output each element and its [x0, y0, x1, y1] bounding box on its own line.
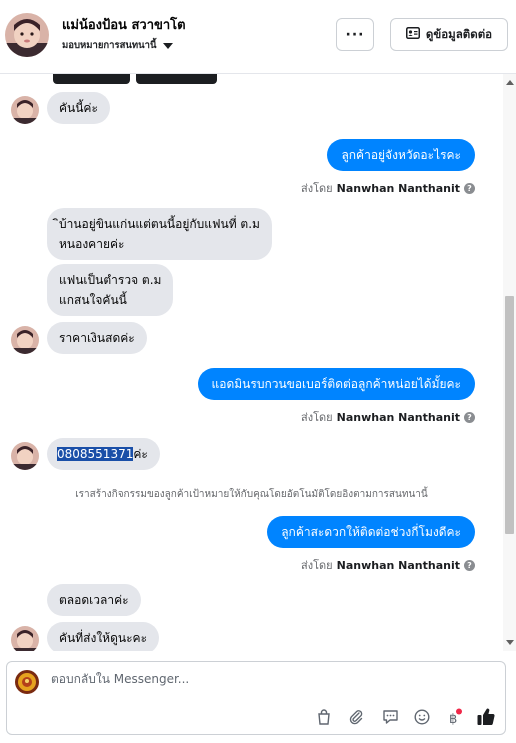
like-icon[interactable]	[475, 706, 497, 728]
baht-payment-icon[interactable]: ฿	[443, 706, 465, 728]
attach-icon[interactable]	[345, 706, 367, 728]
sender-name[interactable]: Nanwhan Nanthanit	[337, 559, 460, 572]
assign-label: มอบหมายการสนทนานี้	[62, 40, 157, 51]
conversation-header: แม่น้องป้อน สวาขาโต มอบหมายการสนทนานี้ ·…	[0, 0, 516, 74]
page-message[interactable]: ลูกค้าสะดวกให้ติดต่อช่วงกี่โมงดีคะ	[267, 516, 475, 548]
contact-name[interactable]: แม่น้องป้อน สวาขาโต	[62, 14, 186, 35]
customer-avatar[interactable]	[11, 326, 39, 354]
caret-down-icon	[162, 42, 173, 49]
page-message[interactable]: แอดมินรบกวนขอเบอร์ติดต่อลูกค้าหน่อยได้มั…	[197, 368, 475, 400]
view-contact-info-label: ดูข้อมูลติดต่อ	[425, 26, 493, 41]
view-contact-info-button[interactable]: ดูข้อมูลติดต่อ	[390, 18, 508, 51]
emoji-icon[interactable]	[411, 706, 433, 728]
customer-avatar[interactable]	[11, 442, 39, 470]
sent-by-label: ส่งโดย Nanwhan Nanthanit ?	[301, 179, 475, 197]
customer-message[interactable]: 0808551371ค่ะ	[47, 438, 160, 470]
more-icon: ···	[345, 26, 365, 43]
customer-message[interactable]: ราคาเงินสดค่ะ	[47, 322, 147, 354]
assign-conversation-dropdown[interactable]: มอบหมายการสนทนานี้	[62, 38, 173, 53]
sent-by-label: ส่งโดย Nanwhan Nanthanit ?	[301, 556, 475, 574]
sender-name[interactable]: Nanwhan Nanthanit	[337, 411, 460, 424]
system-note: เราสร้างกิจกรรมของลูกค้าเป้าหมายให้กับคุ…	[75, 489, 428, 500]
page-message[interactable]: ลูกค้าอยู่จังหวัดอะไรคะ	[327, 139, 475, 171]
contact-card-icon	[405, 27, 420, 42]
customer-avatar[interactable]	[11, 96, 39, 124]
thread-scrollbar[interactable]	[503, 74, 516, 651]
phone-number[interactable]: 0808551371	[57, 447, 134, 461]
message-thread[interactable]: คันนี้ค่ะ ลูกค้าอยู่จังหวัดอะไรคะ ส่งโดย…	[0, 74, 503, 651]
shopping-bag-icon[interactable]	[313, 706, 335, 728]
sent-by-label: ส่งโดย Nanwhan Nanthanit ?	[301, 408, 475, 426]
more-options-button[interactable]: ···	[336, 18, 374, 51]
media-attachment[interactable]	[53, 74, 130, 84]
page-avatar	[15, 670, 39, 694]
info-icon[interactable]: ?	[464, 182, 475, 194]
reply-composer: ฿	[6, 661, 506, 735]
scroll-up-arrow[interactable]	[506, 80, 514, 85]
customer-message[interactable]: ิบ้านอยู่ขินแก่นแต่ตนนี้อยู่กับแฟนที่ ต.…	[47, 208, 272, 260]
sender-name[interactable]: Nanwhan Nanthanit	[337, 182, 460, 195]
customer-avatar[interactable]	[11, 626, 39, 651]
saved-reply-icon[interactable]	[379, 706, 401, 728]
contact-avatar[interactable]	[5, 13, 49, 57]
scroll-down-arrow[interactable]	[506, 640, 514, 645]
info-icon[interactable]: ?	[464, 411, 475, 423]
info-icon[interactable]: ?	[464, 559, 475, 571]
customer-message[interactable]: แฟนเป็นตำรวจ ต.ม แกสนใจคันนี้	[47, 264, 174, 316]
customer-message[interactable]: คันนี้ค่ะ	[47, 92, 110, 124]
svg-text:฿: ฿	[449, 712, 457, 726]
media-attachment[interactable]	[136, 74, 217, 84]
customer-message[interactable]: ตลอดเวลาค่ะ	[47, 584, 141, 616]
reply-input[interactable]	[51, 672, 491, 686]
scrollbar-thumb[interactable]	[505, 296, 514, 534]
customer-message[interactable]: คันที่ส่งให้ดูนะคะ	[47, 622, 160, 651]
